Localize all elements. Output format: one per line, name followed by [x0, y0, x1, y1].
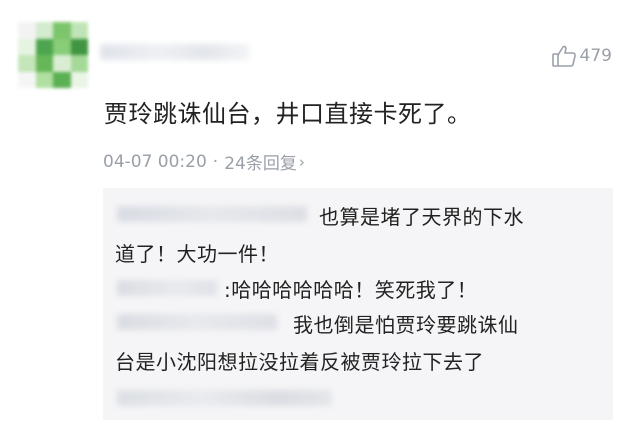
reply-text-line: 我也倒是怕贾玲要跳诛仙: [293, 313, 519, 337]
thumbs-up-icon: [551, 45, 576, 67]
like-button[interactable]: 479: [551, 44, 612, 68]
reply-count-link[interactable]: 24条回复: [224, 149, 297, 174]
meta-separator: ·: [212, 151, 219, 172]
chevron-right-icon[interactable]: ›: [299, 153, 305, 171]
reply-text-line: 台是小沈阳想拉没拉着反被贾玲拉下去了: [115, 350, 484, 374]
reply-username-blurred[interactable]: [117, 314, 277, 330]
like-count: 479: [579, 46, 612, 66]
username-blurred[interactable]: [100, 44, 250, 60]
replies-panel: 也算是堵了天界的下水 道了！大功一件！ :哈哈哈哈哈哈！笑死我了！ 我也倒是怕贾…: [103, 188, 613, 420]
comment-meta: 04-07 00:20 · 24条回复 ›: [103, 149, 305, 175]
reply-text-line: 也算是堵了天界的下水: [319, 205, 524, 229]
reply-text-line: 道了！大功一件！: [115, 242, 279, 266]
comment-timestamp: 04-07 00:20: [103, 151, 207, 172]
avatar[interactable]: [18, 22, 88, 88]
reply-username-blurred[interactable]: [117, 206, 307, 222]
reply-text-line: :哈哈哈哈哈哈！笑死我了！: [224, 278, 478, 302]
reply-username-blurred[interactable]: [117, 280, 217, 296]
comment-text: 贾玲跳诛仙台，井口直接卡死了。: [104, 100, 472, 128]
reply-blurred[interactable]: [117, 390, 332, 406]
